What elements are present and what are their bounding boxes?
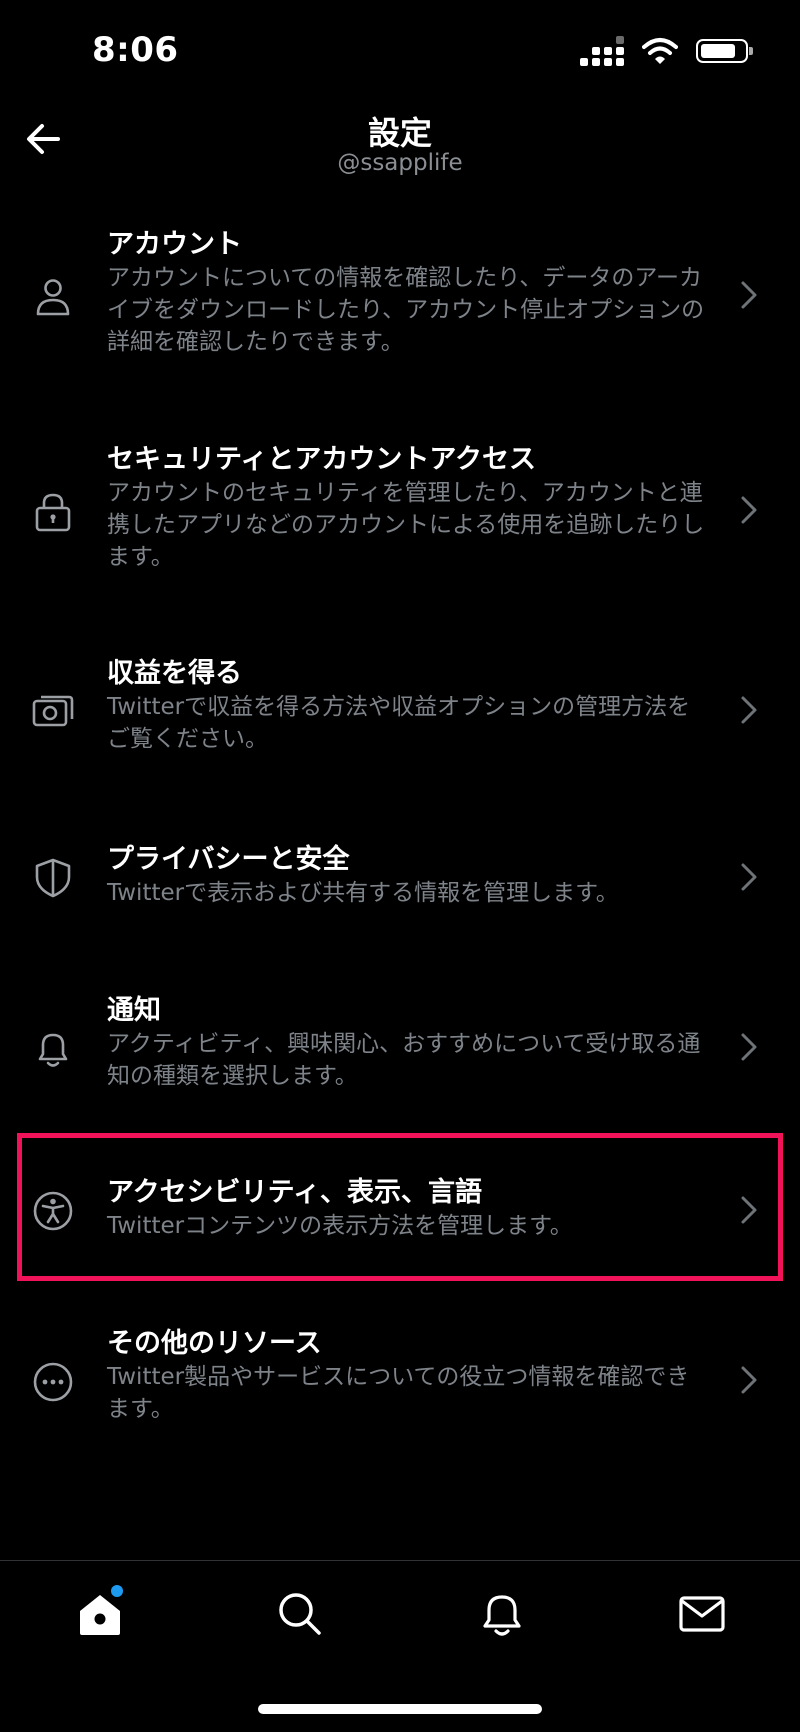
nav-messages[interactable] xyxy=(677,1589,727,1639)
chevron-right-icon xyxy=(741,1033,757,1061)
settings-item-text: セキュリティとアカウントアクセス アカウントのセキュリティを管理したり、アカウン… xyxy=(107,443,707,573)
account-handle: @ssapplife xyxy=(337,150,463,176)
settings-item-label: アクセシビリティ、表示、言語 xyxy=(107,1177,483,1208)
chevron-right-icon xyxy=(741,281,757,309)
settings-item-text: アカウント アカウントについての情報を確認したり、データのアーカイブをダウンロー… xyxy=(107,228,707,358)
status-time: 8:06 xyxy=(92,30,179,70)
settings-item-text: アクセシビリティ、表示、言語 Twitterコンテンツの表示方法を管理します。 xyxy=(107,1176,707,1242)
nav-home[interactable] xyxy=(75,1585,125,1639)
settings-item-description: Twitterで表示および共有する情報を管理します。 xyxy=(107,880,619,906)
home-indicator xyxy=(258,1704,542,1714)
page-title: 設定 xyxy=(367,114,432,152)
settings-item-label: 収益を得る xyxy=(107,658,242,689)
settings-item-label: プライバシーと安全 xyxy=(107,844,350,875)
settings-item-label: 通知 xyxy=(107,995,161,1026)
settings-item-description: Twitterで収益を得る方法や収益オプションの管理方法をご覧ください。 xyxy=(107,694,691,752)
signal-icon xyxy=(580,36,624,66)
settings-item-notifications[interactable]: 通知 アクティビティ、興味関心、おすすめについて受け取る通知の種類を選択します。 xyxy=(0,994,800,1104)
settings-item-text: プライバシーと安全 Twitterで表示および共有する情報を管理します。 xyxy=(107,843,707,909)
chevron-right-icon xyxy=(741,696,757,724)
settings-item-accessibility[interactable]: アクセシビリティ、表示、言語 Twitterコンテンツの表示方法を管理します。 xyxy=(0,1176,800,1256)
shield-icon xyxy=(35,858,71,898)
settings-item-security[interactable]: セキュリティとアカウントアクセス アカウントのセキュリティを管理したり、アカウン… xyxy=(0,443,800,583)
status-icons xyxy=(580,36,753,66)
mail-icon xyxy=(679,1596,725,1632)
notification-dot xyxy=(111,1585,123,1597)
settings-item-label: アカウント xyxy=(107,229,242,260)
settings-item-description: アカウントについての情報を確認したり、データのアーカイブをダウンロードしたり、ア… xyxy=(107,265,705,355)
settings-item-description: Twitter製品やサービスについての役立つ情報を確認できます。 xyxy=(107,1364,690,1422)
settings-item-text: 通知 アクティビティ、興味関心、おすすめについて受け取る通知の種類を選択します。 xyxy=(107,994,707,1092)
money-icon xyxy=(32,695,74,727)
bell-icon xyxy=(38,1033,68,1067)
chevron-right-icon xyxy=(741,1366,757,1394)
more-icon xyxy=(33,1362,73,1402)
person-icon xyxy=(36,279,70,316)
nav-notifications[interactable] xyxy=(477,1589,527,1639)
bottom-nav xyxy=(0,1560,800,1732)
settings-item-monetization[interactable]: 収益を得る Twitterで収益を得る方法や収益オプションの管理方法をご覧くださ… xyxy=(0,657,800,767)
chevron-right-icon xyxy=(741,496,757,524)
settings-item-account[interactable]: アカウント アカウントについての情報を確認したり、データのアーカイブをダウンロー… xyxy=(0,228,800,368)
wifi-icon xyxy=(642,38,678,64)
chevron-right-icon xyxy=(741,863,757,891)
nav-search[interactable] xyxy=(275,1589,325,1639)
settings-item-resources[interactable]: その他のリソース Twitter製品やサービスについての役立つ情報を確認できます… xyxy=(0,1327,800,1437)
settings-item-text: 収益を得る Twitterで収益を得る方法や収益オプションの管理方法をご覧くださ… xyxy=(107,657,707,755)
settings-item-label: セキュリティとアカウントアクセス xyxy=(107,444,537,475)
settings-item-description: Twitterコンテンツの表示方法を管理します。 xyxy=(107,1213,573,1239)
settings-item-label: その他のリソース xyxy=(107,1328,322,1359)
settings-item-description: アカウントのセキュリティを管理したり、アカウントと連携したアプリなどのアカウント… xyxy=(107,480,705,570)
settings-item-privacy[interactable]: プライバシーと安全 Twitterで表示および共有する情報を管理します。 xyxy=(0,843,800,923)
status-bar: 8:06 xyxy=(0,0,800,100)
accessibility-icon xyxy=(33,1191,73,1231)
search-icon xyxy=(279,1593,321,1635)
chevron-right-icon xyxy=(741,1196,757,1224)
bell-icon xyxy=(483,1595,521,1636)
battery-icon xyxy=(696,39,753,63)
header: 設定 @ssapplife xyxy=(0,100,800,200)
lock-icon xyxy=(35,493,71,532)
settings-item-description: アクティビティ、興味関心、おすすめについて受け取る通知の種類を選択します。 xyxy=(107,1031,701,1089)
settings-item-text: その他のリソース Twitter製品やサービスについての役立つ情報を確認できます… xyxy=(107,1327,707,1425)
